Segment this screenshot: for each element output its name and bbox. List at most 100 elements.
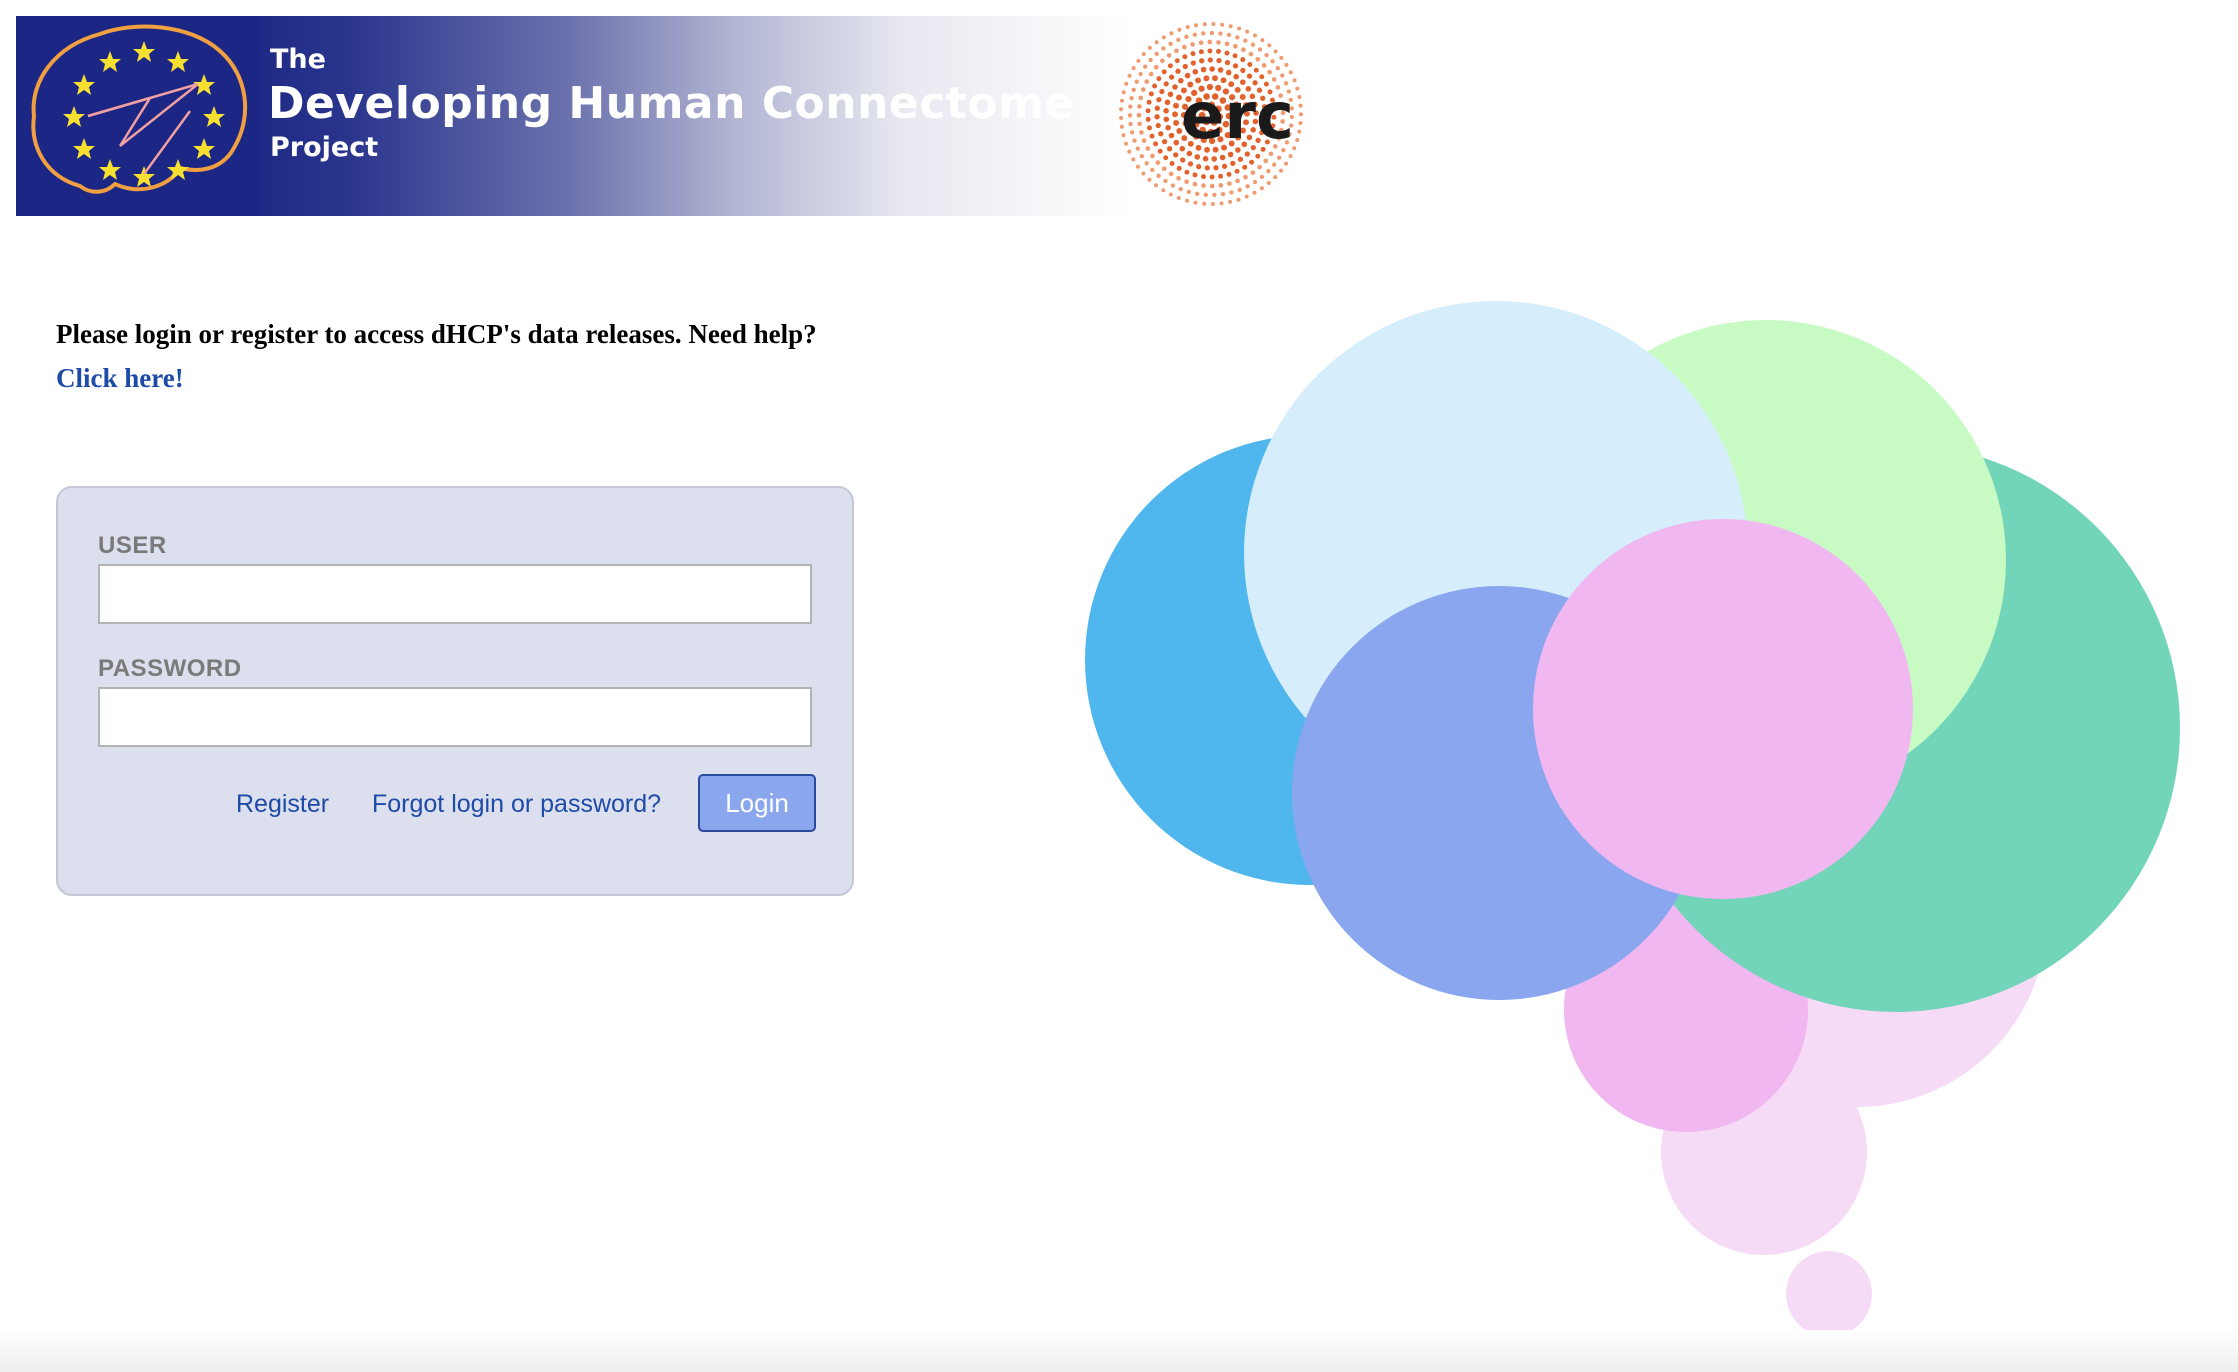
erc-dot [1172, 84, 1178, 90]
erc-dot [1154, 114, 1160, 120]
bottom-edge [0, 1330, 2238, 1372]
erc-dot [1224, 59, 1231, 66]
erc-dot [1184, 169, 1190, 175]
erc-dot [1145, 116, 1151, 122]
erc-dot [1284, 161, 1289, 166]
erc-dot [1138, 95, 1144, 101]
erc-dot [1127, 113, 1133, 118]
erc-dot [1252, 179, 1258, 185]
erc-dot [1243, 38, 1248, 43]
erc-dot [1149, 133, 1155, 139]
erc-dot [1204, 165, 1210, 171]
erc-dot [1168, 171, 1174, 177]
erc-dot [1139, 154, 1145, 159]
erc-dot [1190, 51, 1196, 57]
erc-dot [1250, 42, 1256, 47]
erc-dot [1137, 104, 1142, 109]
erc-dot [1261, 63, 1267, 68]
password-input[interactable] [98, 687, 812, 747]
erc-dot [1150, 167, 1155, 173]
erc-dot [1253, 33, 1257, 38]
erc-dot [1119, 116, 1124, 120]
erc-dot [1182, 44, 1187, 50]
erc-dot [1295, 138, 1300, 142]
erc-dot [1201, 183, 1206, 188]
erc-dot [1198, 49, 1204, 55]
erc-dot [1217, 67, 1224, 73]
erc-dot [1277, 155, 1282, 160]
erc-dot [1218, 182, 1224, 188]
erc-dot [1245, 184, 1250, 189]
erc-dot [1237, 187, 1242, 192]
bubble-light-pink [1667, 727, 2047, 1107]
erc-dot [1127, 73, 1132, 78]
erc-dot [1259, 174, 1265, 180]
erc-dot [1161, 166, 1167, 172]
erc-dot [1187, 161, 1194, 167]
erc-dot [1232, 63, 1239, 69]
erc-dot [1270, 59, 1275, 64]
erc-dot [1180, 157, 1186, 163]
erc-dot [1248, 51, 1254, 57]
erc-dot [1147, 125, 1152, 131]
erc-dot [1178, 186, 1183, 192]
erc-dot [1228, 24, 1233, 29]
erc-dot [1280, 73, 1285, 78]
erc-dot [1266, 168, 1271, 174]
erc-dot [1192, 32, 1197, 37]
intro-message: Please login or register to access dHCP'… [56, 312, 936, 400]
erc-dot [1141, 171, 1146, 176]
erc-dot [1164, 99, 1171, 106]
erc-dot [1209, 174, 1215, 180]
erc-dot [1211, 156, 1217, 162]
erc-dot [1213, 165, 1219, 171]
erc-dot [1168, 192, 1173, 197]
erc-dot [1219, 201, 1224, 206]
erc-dot [1158, 131, 1164, 137]
erc-dot [1273, 49, 1278, 54]
help-link[interactable]: Click here! [56, 356, 936, 400]
erc-dot [1124, 81, 1129, 86]
erc-dot [1163, 178, 1168, 184]
bubble-tiny [1786, 1251, 1872, 1337]
erc-dot [1295, 86, 1300, 91]
bubble-small [1661, 1049, 1867, 1255]
login-button[interactable]: Login [698, 774, 816, 832]
erc-dot [1235, 35, 1240, 40]
erc-dot [1193, 200, 1198, 205]
erc-dot [1244, 194, 1249, 199]
erc-dot [1242, 164, 1248, 170]
erc-dot [1168, 74, 1175, 80]
erc-dot [1156, 96, 1162, 103]
erc-dot [1147, 45, 1152, 50]
register-link[interactable]: Register [236, 790, 329, 819]
erc-dot [1263, 158, 1269, 164]
erc-dot [1131, 87, 1136, 92]
erc-dot [1199, 58, 1205, 64]
erc-dot [1140, 87, 1146, 92]
erc-dot [1220, 191, 1226, 197]
erc-dot [1233, 43, 1238, 49]
erc-dot [1233, 73, 1239, 80]
erc-dot [1154, 105, 1160, 111]
erc-dot [1246, 73, 1253, 79]
erc-dot [1203, 192, 1208, 197]
erc-dot [1186, 189, 1191, 195]
erc-dot [1120, 98, 1124, 103]
erc-dot [1230, 160, 1236, 167]
erc-dot [1200, 66, 1207, 73]
erc-dot [1155, 160, 1161, 165]
erc-dot [1297, 95, 1302, 99]
erc-dot [1192, 181, 1198, 187]
user-input[interactable] [98, 564, 812, 624]
erc-dot [1190, 60, 1196, 66]
erc-dot [1173, 152, 1179, 158]
erc-dot [1146, 99, 1152, 105]
erc-dot [1167, 63, 1173, 69]
bubble-periwinkle [1292, 586, 1706, 1000]
forgot-password-link[interactable]: Forgot login or password? [372, 790, 661, 819]
erc-dot [1224, 50, 1230, 56]
erc-dot [1227, 181, 1232, 186]
erc-dot [1257, 164, 1262, 170]
erc-dot [1279, 168, 1283, 173]
